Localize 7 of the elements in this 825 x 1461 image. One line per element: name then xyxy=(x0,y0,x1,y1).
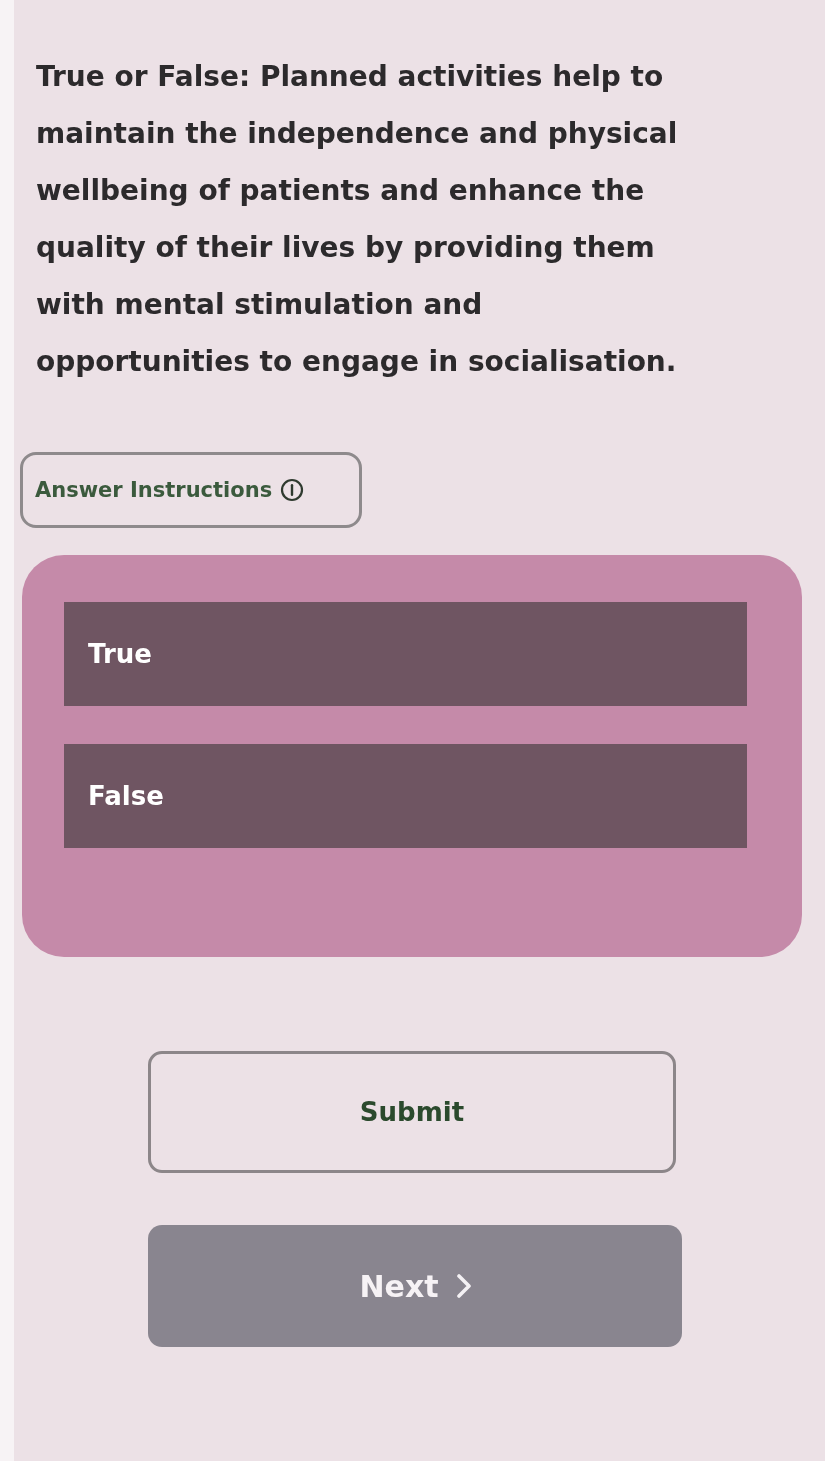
answer-instructions-button[interactable]: Answer Instructions xyxy=(20,452,362,528)
info-icon xyxy=(280,478,305,502)
answer-option[interactable]: False xyxy=(64,744,747,848)
submit-button[interactable]: Submit xyxy=(148,1051,676,1173)
answer-option[interactable]: True xyxy=(64,602,747,706)
question-text: True or False: Planned activities help to maintain the independence and physical wellbeing of patients and enhance the quality of their lives by providing them with mental stimulation and opportunities to engage in socialisation. xyxy=(36,59,679,380)
chevron-right-icon xyxy=(456,1274,471,1298)
